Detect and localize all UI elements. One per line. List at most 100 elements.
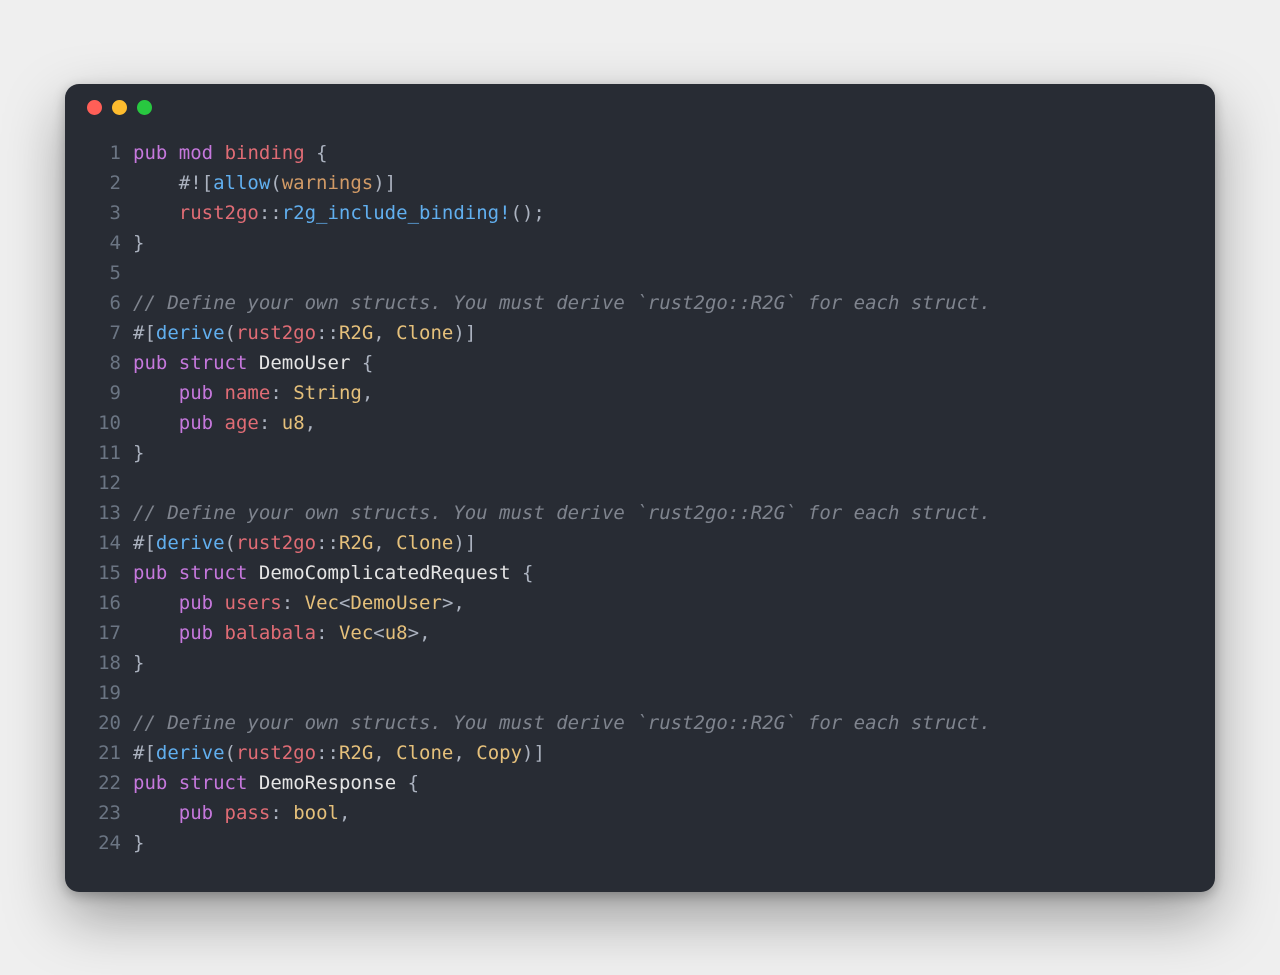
token: ( — [225, 532, 236, 554]
code-line[interactable]: 22pub struct DemoResponse { — [87, 768, 1193, 798]
token: warnings — [282, 172, 374, 194]
token — [133, 802, 179, 824]
line-number: 15 — [87, 558, 121, 588]
token: DemoUser — [259, 352, 351, 374]
code-line[interactable]: 15 pub struct DemoComplicatedRequest { — [87, 558, 1193, 588]
code-window: 1pub mod binding {2 #![allow(warnings)]3… — [65, 84, 1215, 892]
token: // Define your own structs. You must der… — [133, 712, 991, 734]
token — [133, 412, 179, 434]
token: struct — [179, 352, 248, 374]
token — [247, 772, 258, 794]
token: :: — [316, 532, 339, 554]
code-line[interactable]: 4} — [87, 228, 1193, 258]
token: // Define your own structs. You must der… — [133, 292, 991, 314]
minimize-icon[interactable] — [112, 100, 127, 115]
code-line[interactable]: 23 pub pass: bool, — [87, 798, 1193, 828]
token: { — [396, 772, 419, 794]
code-line[interactable]: 24} — [87, 828, 1193, 858]
code-line[interactable]: 9 pub name: String, — [87, 378, 1193, 408]
code-line[interactable]: 5 — [87, 258, 1193, 288]
line-source[interactable]: rust2go::r2g_include_binding!(); — [133, 198, 545, 228]
token: age — [225, 412, 259, 434]
token: pub — [133, 562, 167, 584]
code-line[interactable]: 18} — [87, 648, 1193, 678]
code-line[interactable]: 1pub mod binding { — [87, 138, 1193, 168]
line-source[interactable]: // Define your own structs. You must der… — [133, 288, 991, 318]
token — [133, 382, 179, 404]
code-line[interactable]: 17 pub balabala: Vec<u8>, — [87, 618, 1193, 648]
token: pub — [179, 412, 213, 434]
token: < — [373, 622, 384, 644]
line-source[interactable]: #[derive(rust2go::R2G, Clone, Copy)] — [133, 738, 545, 768]
code-line[interactable]: 3 rust2go::r2g_include_binding!(); — [87, 198, 1193, 228]
token: } — [133, 232, 144, 254]
code-line[interactable]: 20// Define your own structs. You must d… — [87, 708, 1193, 738]
line-source[interactable]: } — [133, 648, 144, 678]
line-source[interactable]: #[derive(rust2go::R2G, Clone)] — [133, 528, 476, 558]
line-number: 18 — [87, 648, 121, 678]
token — [213, 802, 224, 824]
token: u8 — [282, 412, 305, 434]
line-source[interactable]: } — [133, 228, 144, 258]
token: } — [133, 652, 144, 674]
token: : — [270, 802, 293, 824]
code-line[interactable]: 8 pub struct DemoUser { — [87, 348, 1193, 378]
token: >, — [442, 592, 465, 614]
line-source[interactable]: // Define your own structs. You must der… — [133, 498, 991, 528]
token: pass — [225, 802, 271, 824]
code-block[interactable]: 1pub mod binding {2 #![allow(warnings)]3… — [65, 132, 1215, 864]
code-line[interactable]: 13// Define your own structs. You must d… — [87, 498, 1193, 528]
token — [213, 142, 224, 164]
code-line[interactable]: 10 pub age: u8, — [87, 408, 1193, 438]
token: , — [373, 742, 396, 764]
token: #[ — [133, 322, 156, 344]
line-number: 3 — [87, 198, 121, 228]
token: users — [225, 592, 282, 614]
line-number: 2 — [87, 168, 121, 198]
line-number: 23 — [87, 798, 121, 828]
token: { — [511, 562, 534, 584]
line-source[interactable]: #![allow(warnings)] — [133, 168, 396, 198]
line-source[interactable]: pub pass: bool, — [133, 798, 350, 828]
zoom-icon[interactable] — [137, 100, 152, 115]
token: mod — [179, 142, 213, 164]
token — [213, 622, 224, 644]
line-source[interactable]: // Define your own structs. You must der… — [133, 708, 991, 738]
token: R2G — [339, 742, 373, 764]
line-source[interactable]: pub age: u8, — [133, 408, 316, 438]
line-source[interactable]: #[derive(rust2go::R2G, Clone)] — [133, 318, 476, 348]
line-source[interactable]: pub users: Vec<DemoUser>, — [133, 588, 465, 618]
code-line[interactable]: 19 — [87, 678, 1193, 708]
line-source[interactable]: pub struct DemoResponse { — [133, 768, 419, 798]
token: :: — [316, 742, 339, 764]
code-line[interactable]: 12 — [87, 468, 1193, 498]
code-line[interactable]: 16 pub users: Vec<DemoUser>, — [87, 588, 1193, 618]
line-source[interactable]: pub balabala: Vec<u8>, — [133, 618, 431, 648]
line-number: 8 — [87, 348, 121, 378]
token: ( — [225, 322, 236, 344]
token: pub — [179, 382, 213, 404]
token: } — [133, 442, 144, 464]
line-source[interactable]: pub struct DemoComplicatedRequest { — [133, 558, 533, 588]
token: #[ — [133, 742, 156, 764]
code-line[interactable]: 7#[derive(rust2go::R2G, Clone)] — [87, 318, 1193, 348]
token: Copy — [476, 742, 522, 764]
token: pub — [179, 802, 213, 824]
code-line[interactable]: 2 #![allow(warnings)] — [87, 168, 1193, 198]
line-source[interactable]: } — [133, 438, 144, 468]
token: // Define your own structs. You must der… — [133, 502, 991, 524]
code-line[interactable]: 14#[derive(rust2go::R2G, Clone)] — [87, 528, 1193, 558]
line-source[interactable]: pub mod binding { — [133, 138, 328, 168]
code-line[interactable]: 11} — [87, 438, 1193, 468]
token: , — [339, 802, 350, 824]
token: )] — [522, 742, 545, 764]
line-source[interactable]: pub struct DemoUser { — [133, 348, 373, 378]
token: >, — [408, 622, 431, 644]
code-line[interactable]: 6// Define your own structs. You must de… — [87, 288, 1193, 318]
close-icon[interactable] — [87, 100, 102, 115]
line-source[interactable]: } — [133, 828, 144, 858]
code-line[interactable]: 21#[derive(rust2go::R2G, Clone, Copy)] — [87, 738, 1193, 768]
token: (); — [511, 202, 545, 224]
token: Vec — [339, 622, 373, 644]
line-source[interactable]: pub name: String, — [133, 378, 373, 408]
